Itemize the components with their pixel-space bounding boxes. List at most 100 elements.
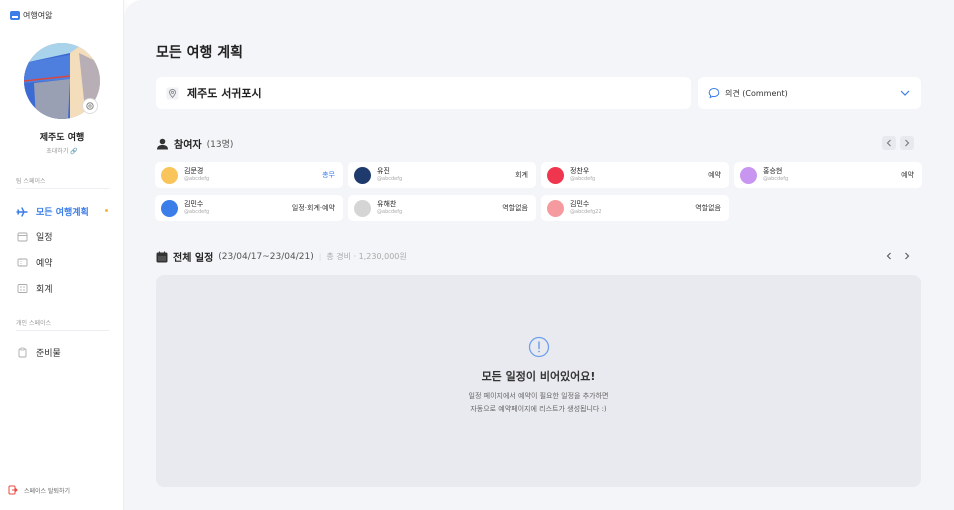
participant-card[interactable]: 김민수 @abcdefg22 역할없음 — [541, 195, 729, 221]
participant-card[interactable]: 유진 @abcdefg 회계 — [348, 162, 536, 188]
calendar-icon — [156, 251, 168, 262]
chevron-left-icon — [886, 139, 891, 147]
gear-icon — [86, 102, 94, 110]
participants-header: 참여자 (13명) — [156, 136, 233, 151]
logo-icon — [10, 11, 20, 20]
sidebar-item-reservation[interactable]: 예약 — [16, 256, 53, 269]
person-icon — [157, 138, 168, 149]
prev-button[interactable] — [882, 136, 896, 150]
avatar — [161, 166, 178, 184]
participant-name: 김민수 — [184, 200, 204, 208]
participant-card[interactable]: 김문경 @abcdefg 총무 — [155, 162, 343, 188]
schedule-title: 전체 일정 — [173, 253, 214, 264]
participant-role: 회계 — [515, 171, 528, 179]
chevron-left-icon — [886, 252, 891, 260]
location-field[interactable]: 제주도 서귀포시 — [156, 77, 691, 109]
participant-card[interactable]: 김민수 @abcdefg 일정·회계·예약 — [155, 195, 343, 221]
space-name: 제주도 여행 — [39, 133, 85, 143]
leave-label: 스페이스 탈퇴하기 — [24, 487, 71, 495]
sidebar-item-checklist[interactable]: 준비물 — [16, 346, 61, 359]
participant-handle: @abcdefg — [377, 176, 403, 182]
participant-card[interactable]: 정찬우 @abcdefg 예약 — [541, 162, 729, 188]
empty-desc-line: 자동으로 예약페이지에 리스트가 생성됩니다 :) — [470, 405, 607, 413]
sidebar-item-label: 준비물 — [36, 349, 61, 359]
logo-text: 여행여앓 — [23, 11, 53, 20]
sidebar-item-schedule[interactable]: 일정 — [16, 230, 53, 243]
participants-pager — [882, 136, 914, 150]
participants-count: (13명) — [206, 140, 234, 150]
invite-link[interactable]: 초대하기 🔗 — [0, 146, 124, 155]
sidebar-item-accounting[interactable]: 회계 — [16, 282, 53, 295]
empty-description: 일정 페이지에서 예약이 필요한 일정을 추가하면 자동으로 예약페이지에 리스… — [156, 390, 921, 416]
participant-handle: @abcdefg — [377, 209, 403, 215]
participant-handle: @abcdefg — [763, 176, 789, 182]
location-text: 제주도 서귀포시 — [187, 87, 262, 100]
participant-handle: @abcdefg — [184, 209, 210, 215]
personal-space-label: 개인 스페이스 — [16, 320, 52, 327]
comment-dropdown[interactable]: 의견 (Comment) — [698, 77, 921, 109]
participant-role: 역할없음 — [695, 204, 721, 212]
schedule-empty-state: 모든 일정이 비어있어요! 일정 페이지에서 예약이 필요한 일정을 추가하면 … — [156, 275, 921, 487]
clipboard-icon — [16, 347, 28, 359]
participant-role: 일정·회계·예약 — [291, 204, 335, 212]
empty-title: 모든 일정이 비어있어요! — [481, 370, 596, 383]
avatar — [354, 166, 371, 184]
main-content: 모든 여행 계획 제주도 서귀포시 의견 (Comment) 참여자 (13명)… — [124, 0, 954, 510]
participant-card[interactable]: 홍승현 @abcdefg 예약 — [734, 162, 922, 188]
schedule-range: (23/04/17~23/04/21) — [218, 251, 314, 262]
ticket-icon — [16, 257, 28, 269]
sidebar-item-label: 예약 — [36, 259, 53, 269]
avatar — [161, 199, 178, 217]
chat-bubble-icon — [708, 87, 720, 99]
participant-name: 유진 — [377, 167, 390, 175]
avatar — [547, 199, 564, 217]
schedule-pager — [882, 249, 914, 263]
info-icon — [528, 336, 550, 358]
exit-icon — [8, 485, 18, 495]
calendar-icon — [16, 231, 28, 243]
participant-handle: @abcdefg — [570, 176, 596, 182]
divider — [16, 188, 109, 189]
leave-space-button[interactable]: 스페이스 탈퇴하기 — [8, 485, 70, 495]
calculator-icon — [16, 283, 28, 295]
sidebar: 여행여앓 제주도 여행 초대하기 🔗 팀 스페이스 모든 여행계획 일정 예약 … — [0, 0, 124, 510]
participant-handle: @abcdefg22 — [570, 209, 602, 215]
schedule-total: 총 경비 · 1,230,000원 — [326, 252, 407, 261]
next-button[interactable] — [900, 136, 914, 150]
participant-role: 예약 — [901, 171, 914, 179]
separator: | — [318, 252, 322, 261]
sidebar-item-label: 회계 — [36, 285, 53, 295]
participant-name: 유해찬 — [377, 200, 397, 208]
sidebar-item-label: 일정 — [36, 233, 53, 243]
participants-title: 참여자 — [174, 140, 202, 151]
app-logo[interactable]: 여행여앓 — [10, 10, 52, 21]
prev-button[interactable] — [882, 249, 896, 263]
participant-name: 김민수 — [570, 200, 590, 208]
participant-card[interactable]: 유해찬 @abcdefg 역할없음 — [348, 195, 536, 221]
empty-desc-line: 일정 페이지에서 예약이 필요한 일정을 추가하면 — [468, 392, 609, 400]
team-space-label: 팀 스페이스 — [16, 178, 46, 185]
participant-handle: @abcdefg — [184, 176, 210, 182]
chevron-right-icon — [905, 252, 910, 260]
sidebar-item-label: 모든 여행계획 — [36, 208, 89, 218]
participant-name: 홍승현 — [763, 167, 783, 175]
airplane-icon — [16, 206, 28, 218]
map-pin-icon — [166, 87, 179, 99]
avatar — [547, 166, 564, 184]
divider — [16, 330, 109, 331]
schedule-header: 전체 일정 (23/04/17~23/04/21) | 총 경비 · 1,230… — [156, 249, 407, 264]
participant-role: 역할없음 — [502, 204, 528, 212]
participant-role: 예약 — [708, 171, 721, 179]
sidebar-item-all-plans[interactable]: 모든 여행계획 — [16, 205, 89, 218]
comment-label: 의견 (Comment) — [725, 88, 788, 98]
page-title: 모든 여행 계획 — [156, 45, 244, 61]
active-indicator — [105, 209, 108, 212]
participant-name: 정찬우 — [570, 167, 590, 175]
chevron-down-icon — [900, 90, 910, 96]
next-button[interactable] — [900, 249, 914, 263]
participant-name: 김문경 — [184, 167, 204, 175]
chevron-right-icon — [905, 139, 910, 147]
cover-settings-button[interactable] — [82, 98, 98, 114]
avatar — [354, 199, 371, 217]
participant-role: 총무 — [322, 171, 335, 179]
